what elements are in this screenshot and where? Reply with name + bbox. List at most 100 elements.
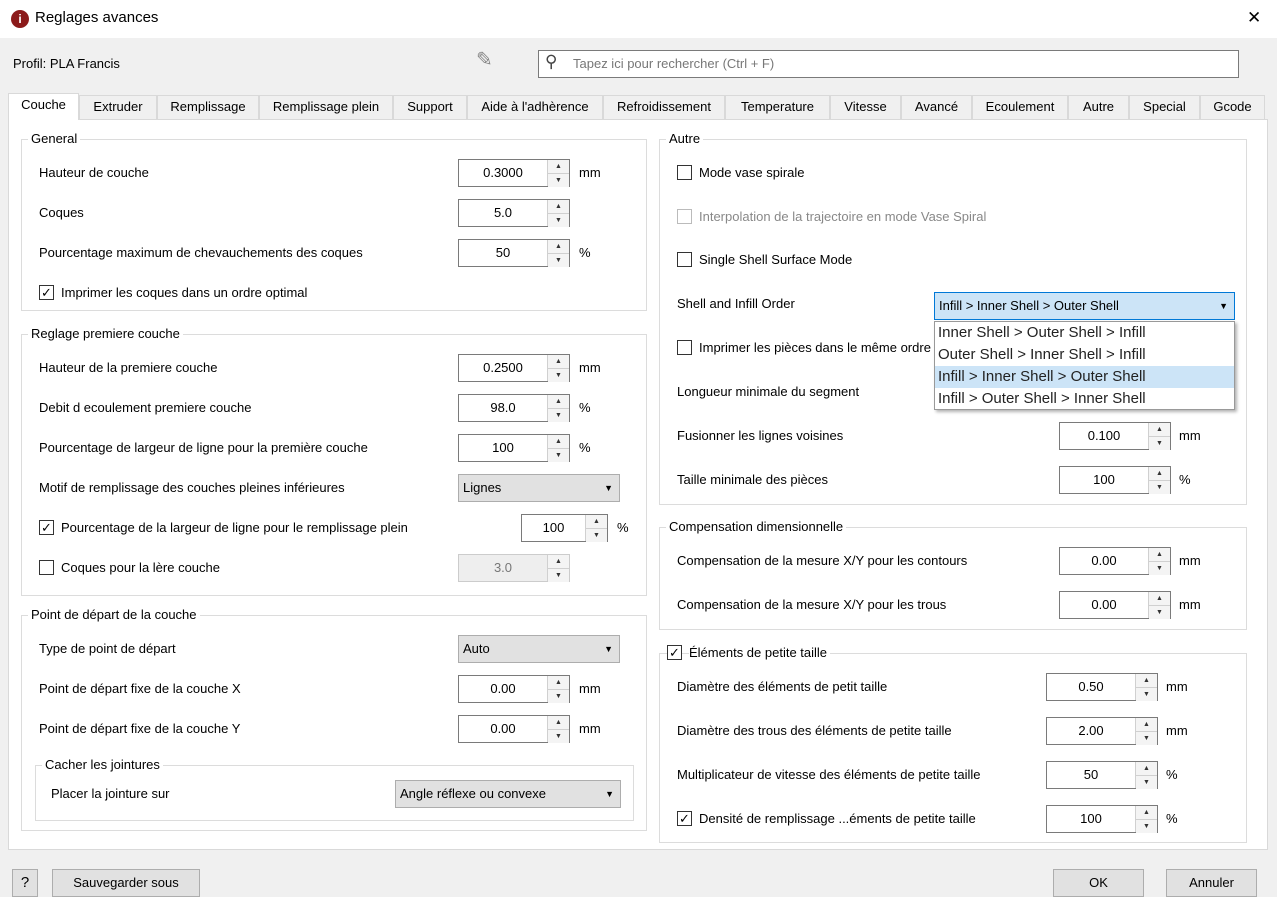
small-density-checkbox[interactable]: ✓ [677,811,692,826]
decrement-arrow-icon[interactable]: ▼ [1149,480,1170,494]
xy-outer-comp-spinbox[interactable]: 0.00 ▲ ▼ [1059,547,1171,575]
single-shell-checkbox[interactable] [677,252,692,267]
first-layer-height-spinbox-value[interactable]: 0.2500 [459,355,547,381]
xy-holes-comp-spinbox[interactable]: 0.00 ▲ ▼ [1059,591,1171,619]
xy-outer-comp-spinbox-value[interactable]: 0.00 [1060,548,1148,574]
decrement-arrow-icon[interactable]: ▼ [1136,819,1157,833]
tab-autre[interactable]: Autre [1068,95,1129,119]
decrement-arrow-icon[interactable]: ▼ [1136,731,1157,745]
increment-arrow-icon[interactable]: ▲ [548,240,569,253]
solid-width-spinbox[interactable]: 100 ▲ ▼ [521,514,608,542]
spin-buttons[interactable]: ▲ ▼ [547,676,569,703]
bottom-pattern-select[interactable]: Lignes ▼ [458,474,620,502]
shell-order-select[interactable]: Infill > Inner Shell > Outer Shell ▼ [934,292,1235,320]
first-layer-width-spinbox[interactable]: 100 ▲ ▼ [458,434,570,462]
increment-arrow-icon[interactable]: ▲ [1149,467,1170,480]
spin-buttons[interactable]: ▲ ▼ [547,555,569,582]
merge-lines-spinbox[interactable]: 0.100 ▲ ▼ [1059,422,1171,450]
decrement-arrow-icon[interactable]: ▼ [1149,436,1170,450]
spin-buttons[interactable]: ▲ ▼ [1148,467,1170,494]
search-input[interactable]: ⚲ Tapez ici pour rechercher (Ctrl + F) [538,50,1239,78]
tab-couche[interactable]: Couche [8,93,79,120]
edit-pencil-icon[interactable]: ✎ [476,50,493,70]
first-layer-flow-spinbox-value[interactable]: 98.0 [459,395,547,421]
close-icon[interactable]: ✕ [1247,9,1261,26]
same-order-checkbox[interactable] [677,340,692,355]
decrement-arrow-icon[interactable]: ▼ [1149,561,1170,575]
min-part-size-spinbox[interactable]: 100 ▲ ▼ [1059,466,1171,494]
shells-spinbox[interactable]: 5.0 ▲ ▼ [458,199,570,227]
start-type-select[interactable]: Auto ▼ [458,635,620,663]
help-button[interactable]: ? [12,869,38,897]
decrement-arrow-icon[interactable]: ▼ [548,213,569,227]
tab-temperature[interactable]: Temperature [725,95,830,119]
first-layer-height-spinbox[interactable]: 0.2500 ▲ ▼ [458,354,570,382]
small-hole-diameter-spinbox[interactable]: 2.00 ▲ ▼ [1046,717,1158,745]
tab-gcode[interactable]: Gcode [1200,95,1265,119]
tab-extruder[interactable]: Extruder [79,95,157,119]
tab-remplissage[interactable]: Remplissage [157,95,259,119]
decrement-arrow-icon[interactable]: ▼ [548,689,569,703]
tab-support[interactable]: Support [393,95,467,119]
increment-arrow-icon[interactable]: ▲ [548,160,569,173]
increment-arrow-icon[interactable]: ▲ [586,515,607,528]
cancel-button[interactable]: Annuler [1166,869,1257,897]
spin-buttons[interactable]: ▲ ▼ [585,515,607,542]
spin-buttons[interactable]: ▲ ▼ [547,355,569,382]
first-shells-spinbox-value[interactable]: 3.0 [459,555,547,581]
increment-arrow-icon[interactable]: ▲ [1149,423,1170,436]
layer-height-spinbox-value[interactable]: 0.3000 [459,160,547,186]
spin-buttons[interactable]: ▲ ▼ [547,435,569,462]
merge-lines-spinbox-value[interactable]: 0.100 [1060,423,1148,449]
decrement-arrow-icon[interactable]: ▼ [1149,605,1170,619]
first-shells-checkbox[interactable] [39,560,54,575]
increment-arrow-icon[interactable]: ▲ [548,435,569,448]
small-features-checkbox[interactable]: ✓ [667,645,682,660]
increment-arrow-icon[interactable]: ▲ [1136,806,1157,819]
tab-remplissage-plein[interactable]: Remplissage plein [259,95,393,119]
layer-height-spinbox[interactable]: 0.3000 ▲ ▼ [458,159,570,187]
spin-buttons[interactable]: ▲ ▼ [547,160,569,187]
small-density-spinbox-value[interactable]: 100 [1047,806,1135,832]
decrement-arrow-icon[interactable]: ▼ [548,729,569,743]
decrement-arrow-icon[interactable]: ▼ [586,528,607,542]
optimal-order-checkbox[interactable]: ✓ [39,285,54,300]
ok-button[interactable]: OK [1053,869,1144,897]
small-speed-spinbox[interactable]: 50 ▲ ▼ [1046,761,1158,789]
xy-holes-comp-spinbox-value[interactable]: 0.00 [1060,592,1148,618]
small-diameter-spinbox[interactable]: 0.50 ▲ ▼ [1046,673,1158,701]
increment-arrow-icon[interactable]: ▲ [548,395,569,408]
solid-width-spinbox-value[interactable]: 100 [522,515,585,541]
vase-checkbox[interactable] [677,165,692,180]
start-y-spinbox-value[interactable]: 0.00 [459,716,547,742]
increment-arrow-icon[interactable]: ▲ [1149,592,1170,605]
dropdown-option[interactable]: Inner Shell > Outer Shell > Infill [935,322,1234,344]
first-layer-flow-spinbox[interactable]: 98.0 ▲ ▼ [458,394,570,422]
min-part-size-spinbox-value[interactable]: 100 [1060,467,1148,493]
increment-arrow-icon[interactable]: ▲ [1136,718,1157,731]
save-as-button[interactable]: Sauvegarder sous [52,869,200,897]
spin-buttons[interactable]: ▲ ▼ [547,716,569,743]
small-diameter-spinbox-value[interactable]: 0.50 [1047,674,1135,700]
spin-buttons[interactable]: ▲ ▼ [547,395,569,422]
increment-arrow-icon[interactable]: ▲ [1136,762,1157,775]
tab-ecoulement[interactable]: Ecoulement [972,95,1068,119]
solid-width-checkbox[interactable]: ✓ [39,520,54,535]
tab-refroidissement[interactable]: Refroidissement [603,95,725,119]
increment-arrow-icon[interactable]: ▲ [548,555,569,568]
decrement-arrow-icon[interactable]: ▼ [548,448,569,462]
tab-avanc-[interactable]: Avancé [901,95,972,119]
small-density-spinbox[interactable]: 100 ▲ ▼ [1046,805,1158,833]
spin-buttons[interactable]: ▲ ▼ [547,240,569,267]
start-x-spinbox[interactable]: 0.00 ▲ ▼ [458,675,570,703]
spin-buttons[interactable]: ▲ ▼ [1148,423,1170,450]
first-shells-spinbox[interactable]: 3.0 ▲ ▼ [458,554,570,582]
start-x-spinbox-value[interactable]: 0.00 [459,676,547,702]
increment-arrow-icon[interactable]: ▲ [548,200,569,213]
dropdown-option[interactable]: Outer Shell > Inner Shell > Infill [935,344,1234,366]
start-y-spinbox[interactable]: 0.00 ▲ ▼ [458,715,570,743]
decrement-arrow-icon[interactable]: ▼ [548,408,569,422]
increment-arrow-icon[interactable]: ▲ [1149,548,1170,561]
first-layer-width-spinbox-value[interactable]: 100 [459,435,547,461]
spin-buttons[interactable]: ▲ ▼ [1148,592,1170,619]
